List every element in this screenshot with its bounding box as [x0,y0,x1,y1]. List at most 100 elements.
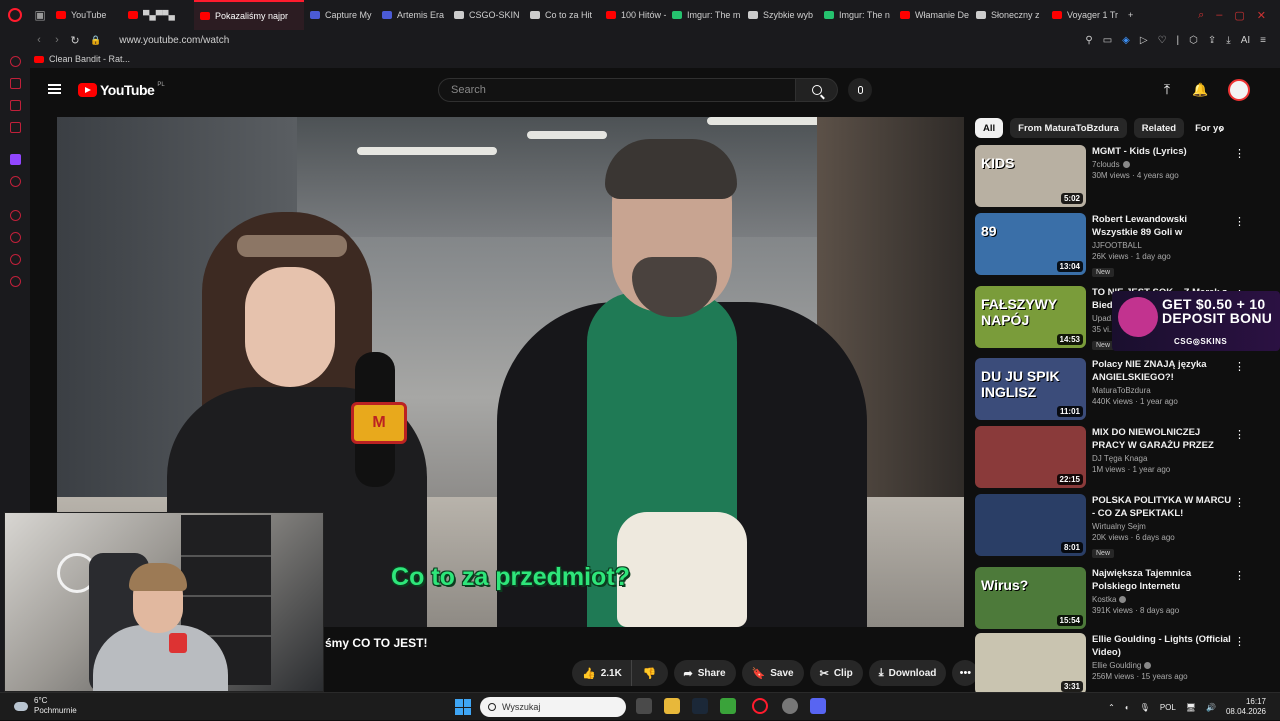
start-button[interactable] [455,699,471,715]
more-options-icon[interactable]: ⋮ [1234,428,1245,441]
browser-tab[interactable]: Voyager 1 Tr [1046,0,1122,30]
search-button[interactable] [796,78,838,102]
upload-icon[interactable]: ⤒ [1160,82,1174,98]
browser-tab[interactable]: Imgur: The n [818,0,894,30]
clock-icon[interactable] [10,210,21,221]
volume-icon[interactable]: 🔊 [1206,703,1216,712]
new-tab-icon[interactable]: + [1122,0,1139,30]
clock[interactable]: 16:17 08.04.2026 [1226,697,1266,717]
recommendation-item[interactable]: 3:31 Ellie Goulding - Lights (Official Vi… [975,633,1245,697]
channel-name[interactable]: Wirtualny Sejm [1092,522,1146,531]
bag-icon[interactable] [10,78,21,89]
recommendation-item[interactable]: 22:15 MIX DO NIEWOLNICZEJ PRACY W GARAŻU … [975,426,1245,490]
more-options-icon[interactable]: ⋮ [1234,215,1245,228]
task-view-icon[interactable] [636,698,652,714]
browser-tab[interactable]: Włamanie De [894,0,970,30]
history-clock-icon[interactable] [10,232,21,243]
tab-overview-icon[interactable]: ▣ [30,0,50,30]
save-button[interactable]: 🔖 Save [741,660,804,686]
chevron-up-icon[interactable]: ⌃ [1108,703,1115,712]
maximize-icon[interactable]: ▢ [1234,9,1244,22]
youtube-logo[interactable]: YouTube PL [78,82,165,98]
csgo-skins-ad[interactable]: GET $0.50 + 10 DEPOSIT BONU CSG◎SKINS [1112,291,1280,351]
channel-name[interactable]: MaturaToBzdura [1092,386,1151,395]
aria-ai-button[interactable]: AI [1241,35,1250,46]
tiktok-icon[interactable] [10,176,21,187]
spreadsheet-icon[interactable] [720,698,736,714]
browser-tab[interactable]: Słoneczny z [970,0,1046,30]
recommendation-title[interactable]: POLSKA POLITYKA W MARCU - CO ZA SPEKTAKL… [1092,494,1232,520]
browser-tab[interactable]: Capture My [304,0,376,30]
channel-name[interactable]: Ellie Goulding [1092,661,1141,670]
language-indicator[interactable]: POL [1160,703,1176,712]
adblock-icon[interactable]: ◈ [1122,35,1130,46]
cube-icon[interactable] [10,254,21,265]
menu-icon[interactable] [48,84,61,94]
history-icon[interactable] [10,56,21,67]
dislike-button[interactable]: 👎 [631,660,668,686]
more-options-icon[interactable]: ⋮ [1234,635,1245,648]
like-button[interactable]: 👍 2.1K [572,660,632,686]
recommendation-thumbnail[interactable]: DU JU SPIK INGLISZ 11:01 [975,358,1086,420]
recommendation-item[interactable]: 89 13:04 Robert Lewandowski Wszystkie 89 G… [975,213,1245,277]
opera-menu-button[interactable] [0,0,30,30]
player-icon[interactable] [10,122,21,133]
chip-2[interactable]: Related [1133,118,1185,138]
easy-setup-icon[interactable]: ≡ [1260,35,1266,46]
recommendation-title[interactable]: Największa Tajemnica Polskiego Internetu [1092,567,1232,593]
steam-icon[interactable] [692,698,708,714]
recommendation-item[interactable]: 8:01 POLSKA POLITYKA W MARCU - CO ZA SPEK… [975,494,1245,558]
recommendation-thumbnail[interactable]: 89 13:04 [975,213,1086,275]
close-icon[interactable]: ✕ [1257,9,1266,22]
back-icon[interactable]: ‹ [30,34,48,46]
channel-name[interactable]: DJ Tęga Knaga [1092,454,1147,463]
tray-app-icon[interactable]: ◐ [1125,703,1130,712]
voice-search-button[interactable] [848,78,872,102]
recommendation-title[interactable]: MGMT - Kids (Lyrics) [1092,145,1232,158]
taskbar-search[interactable]: Wyszukaj [480,697,626,717]
file-explorer-icon[interactable] [664,698,680,714]
settings-gear-icon[interactable] [782,698,798,714]
messenger-icon[interactable] [10,100,21,111]
recommendation-title[interactable]: Ellie Goulding - Lights (Official Video) [1092,633,1232,659]
recommendation-thumbnail[interactable]: 8:01 [975,494,1086,556]
channel-name[interactable]: 7clouds [1092,160,1120,169]
recommendation-thumbnail[interactable]: KIDS 5:02 [975,145,1086,207]
recommendation-thumbnail[interactable]: 3:31 [975,633,1086,695]
weather-widget[interactable]: 6°C Pochmurnie [14,696,77,716]
browser-tab[interactable]: ▀▄▀▀▄ [122,0,194,30]
clip-button[interactable]: ✂ Clip [809,660,863,686]
browser-tab[interactable]: 100 Hitów - [600,0,666,30]
browser-tab[interactable]: Szybkie wyb [742,0,818,30]
settings-icon[interactable] [10,276,21,287]
download-button[interactable]: ⤓ Download [868,660,947,686]
heart-icon[interactable]: ♡ [1158,35,1167,46]
more-options-icon[interactable]: ⋮ [1234,496,1245,509]
more-options-icon[interactable]: ⋮ [1234,569,1245,582]
chip-0[interactable]: All [975,118,1004,138]
recommendation-item[interactable]: Wirus? 15:54 Największa Tajemnica Polskieg… [975,567,1245,631]
share-icon[interactable]: ⇪ [1208,35,1216,46]
recommendation-title[interactable]: Robert Lewandowski Wszystkie 89 Goli w R… [1092,213,1232,239]
discord-icon[interactable] [810,698,826,714]
opera-gx-icon[interactable] [752,698,768,714]
share-button[interactable]: ➦ Share [673,660,736,686]
browser-tab[interactable]: CSGO-SKIN [448,0,524,30]
pin-icon[interactable]: ⚲ [1085,35,1092,46]
recommendation-title[interactable]: MIX DO NIEWOLNICZEJ PRACY W GARAŻU PRZEZ… [1092,426,1232,452]
chevron-right-icon[interactable]: › [1219,122,1223,136]
network-icon[interactable]: 🖥 [1186,703,1196,712]
recommendation-thumbnail[interactable]: Wirus? 15:54 [975,567,1086,629]
recommendation-item[interactable]: KIDS 5:02 MGMT - Kids (Lyrics) 7clouds 30M v… [975,145,1245,209]
browser-tab[interactable]: Imgur: The m [666,0,742,30]
more-options-icon[interactable]: ⋮ [1234,360,1245,373]
recommendation-thumbnail[interactable]: 22:15 [975,426,1086,488]
tab-search-icon[interactable]: ⌕ [1198,9,1204,22]
url-field[interactable]: www.youtube.com/watch [119,35,229,46]
recommendation-item[interactable]: DU JU SPIK INGLISZ 11:01 Polacy NIE ZNAJĄ … [975,358,1245,422]
avatar[interactable] [1228,79,1250,101]
minimize-icon[interactable]: – [1216,9,1222,22]
bookmark-item[interactable]: Clean Bandit - Rat... [49,54,130,64]
recommendation-title[interactable]: Polacy NIE ZNAJĄ języka ANGIELSKIEGO?! [1092,358,1232,384]
recommendation-thumbnail[interactable]: FAŁSZYWY NAPÓJ 14:53 [975,286,1086,348]
